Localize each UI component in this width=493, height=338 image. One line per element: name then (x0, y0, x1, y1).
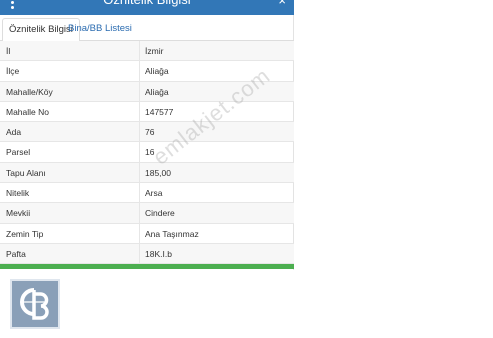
attribute-info-panel: Öznitelik Bilgisi × Öznitelik Bilgisi Bi… (0, 0, 294, 270)
row-value: 147577 (145, 106, 174, 117)
panel-titlebar: Öznitelik Bilgisi × (0, 0, 294, 15)
table-row: Parsel 16 (0, 142, 294, 163)
row-value: Aliağa (145, 66, 169, 77)
status-bar (0, 264, 294, 269)
table-row: Mahalle No 147577 (0, 101, 294, 123)
coldwell-banker-logo (10, 279, 60, 329)
table-row: İlçe Aliağa (0, 61, 294, 82)
attribute-table: İl İzmir İlçe Aliağa Mahalle/Köy Aliağa Mah… (0, 41, 294, 265)
table-row: Tapu Alanı 185,00 (0, 162, 294, 184)
table-row: Mahalle/Köy Aliağa (0, 81, 294, 102)
table-row: Nitelik Arsa (0, 183, 294, 204)
table-row: Ada 76 (0, 122, 294, 143)
table-row: Zemin Tip Ana Taşınmaz (0, 223, 294, 244)
row-key: İlçe (6, 66, 20, 77)
row-key: Mevkii (6, 208, 31, 219)
row-key: Ada (6, 127, 22, 138)
row-key: Pafta (6, 248, 26, 259)
row-key: İl (6, 46, 11, 56)
row-value: 76 (145, 127, 155, 138)
close-icon[interactable]: × (278, 0, 286, 10)
row-value: 16 (145, 147, 155, 158)
row-value: Aliağa (145, 86, 169, 97)
table-row: Pafta 18K.I.b (0, 243, 294, 265)
row-key: Mahalle/Köy (6, 86, 53, 97)
row-value: Cindere (145, 208, 175, 219)
row-key: Mahalle No (6, 106, 49, 117)
tab-building-list[interactable]: Bina/BB Listesi (62, 18, 138, 42)
row-value: 185,00 (145, 167, 171, 178)
panel-title: Öznitelik Bilgisi (0, 0, 294, 9)
row-key: Zemin Tip (6, 228, 44, 239)
row-key: Nitelik (6, 188, 30, 199)
row-value: 18K.I.b (145, 248, 172, 259)
row-key: Tapu Alanı (6, 167, 46, 178)
tab-bar: Öznitelik Bilgisi Bina/BB Listesi (0, 15, 294, 42)
table-row: Mevkii Cindere (0, 203, 294, 224)
row-key: Parsel (6, 147, 31, 158)
row-value: Arsa (145, 188, 163, 199)
row-value: Ana Taşınmaz (145, 228, 199, 239)
table-row: İl İzmir (0, 41, 294, 62)
screenshot: Öznitelik Bilgisi × Öznitelik Bilgisi Bi… (0, 0, 493, 338)
row-value: İzmir (145, 46, 164, 56)
cb-logo-icon (20, 288, 49, 320)
